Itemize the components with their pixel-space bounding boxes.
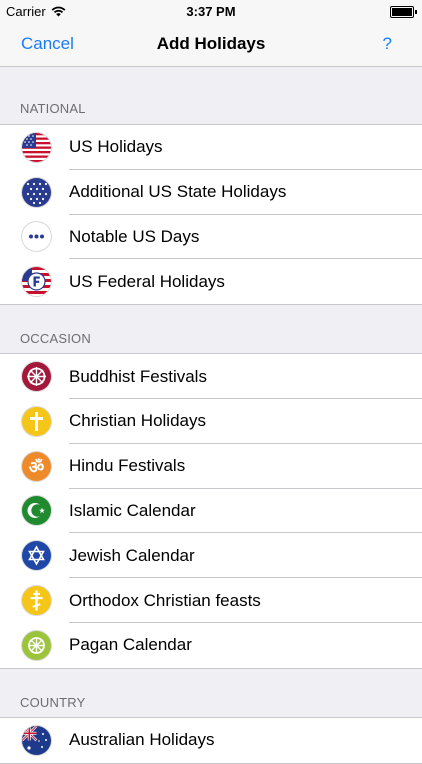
list-item-label: Hindu Festivals — [69, 456, 186, 476]
dots-icon — [22, 222, 51, 252]
list-item-label: Additional US State Holidays — [69, 182, 287, 202]
national-list: US Holidays Additional US State Holidays — [0, 124, 422, 306]
list-item-notable-us-days[interactable]: Notable US Days — [0, 215, 422, 260]
clock: 3:37 PM — [186, 4, 236, 19]
list-item-australian-holidays[interactable]: Australian Holidays — [0, 718, 422, 763]
star-of-david-icon — [22, 541, 51, 571]
list-item-us-holidays[interactable]: US Holidays — [0, 125, 422, 170]
om-icon: ॐ — [22, 451, 51, 481]
list-item-label: Australian Holidays — [69, 730, 215, 750]
wheel-icon — [22, 630, 51, 660]
list-item-label: Islamic Calendar — [69, 500, 196, 520]
status-bar: Carrier 3:37 PM — [0, 0, 422, 22]
us-flag-icon — [22, 132, 51, 162]
list-item-label: US Holidays — [69, 137, 163, 157]
page-title: Add Holidays — [156, 34, 266, 53]
list-item-additional-us-state-holidays[interactable]: Additional US State Holidays — [0, 170, 422, 215]
list-item-christian-holidays[interactable]: Christian Holidays — [0, 399, 422, 444]
section-header-national: NATIONAL — [20, 101, 86, 116]
dharma-wheel-icon — [22, 362, 51, 392]
list-item-hindu-festivals[interactable]: ॐ Hindu Festivals — [0, 444, 422, 489]
battery-icon — [390, 6, 417, 18]
federal-f-icon — [22, 267, 51, 297]
list-item-label: Jewish Calendar — [69, 545, 195, 565]
section-header-occasion: OCCASION — [20, 331, 91, 347]
section-header-country: COUNTRY — [20, 694, 86, 710]
list-item-label: Buddhist Festivals — [69, 366, 207, 386]
list-item-label: US Federal Holidays — [69, 271, 225, 291]
list-item-label: Pagan Calendar — [69, 635, 192, 655]
list-item-label: Orthodox Christian feasts — [69, 590, 261, 610]
navigation-bar: Cancel Add Holidays ? — [0, 22, 422, 67]
crescent-star-icon — [22, 496, 51, 526]
list-item-jewish-calendar[interactable]: Jewish Calendar — [0, 533, 422, 578]
list-item-islamic-calendar[interactable]: Islamic Calendar — [0, 489, 422, 534]
help-button[interactable]: ? — [383, 34, 392, 54]
stars-icon — [22, 177, 51, 207]
list-item-pagan-calendar[interactable]: Pagan Calendar — [0, 623, 422, 668]
list-item-us-federal-holidays[interactable]: US Federal Holidays — [0, 259, 422, 304]
orthodox-cross-icon — [22, 586, 51, 616]
country-list: Australian Holidays — [0, 716, 422, 764]
occasion-list: Buddhist Festivals Christian Holidays ॐ … — [0, 353, 422, 669]
cross-icon — [22, 406, 51, 436]
list-item-label: Christian Holidays — [69, 411, 206, 431]
list-item-orthodox-christian-feasts[interactable]: Orthodox Christian feasts — [0, 578, 422, 623]
list-item-buddhist-festivals[interactable]: Buddhist Festivals — [0, 354, 422, 399]
list-item-label: Notable US Days — [69, 226, 200, 246]
australia-flag-icon — [22, 725, 51, 755]
